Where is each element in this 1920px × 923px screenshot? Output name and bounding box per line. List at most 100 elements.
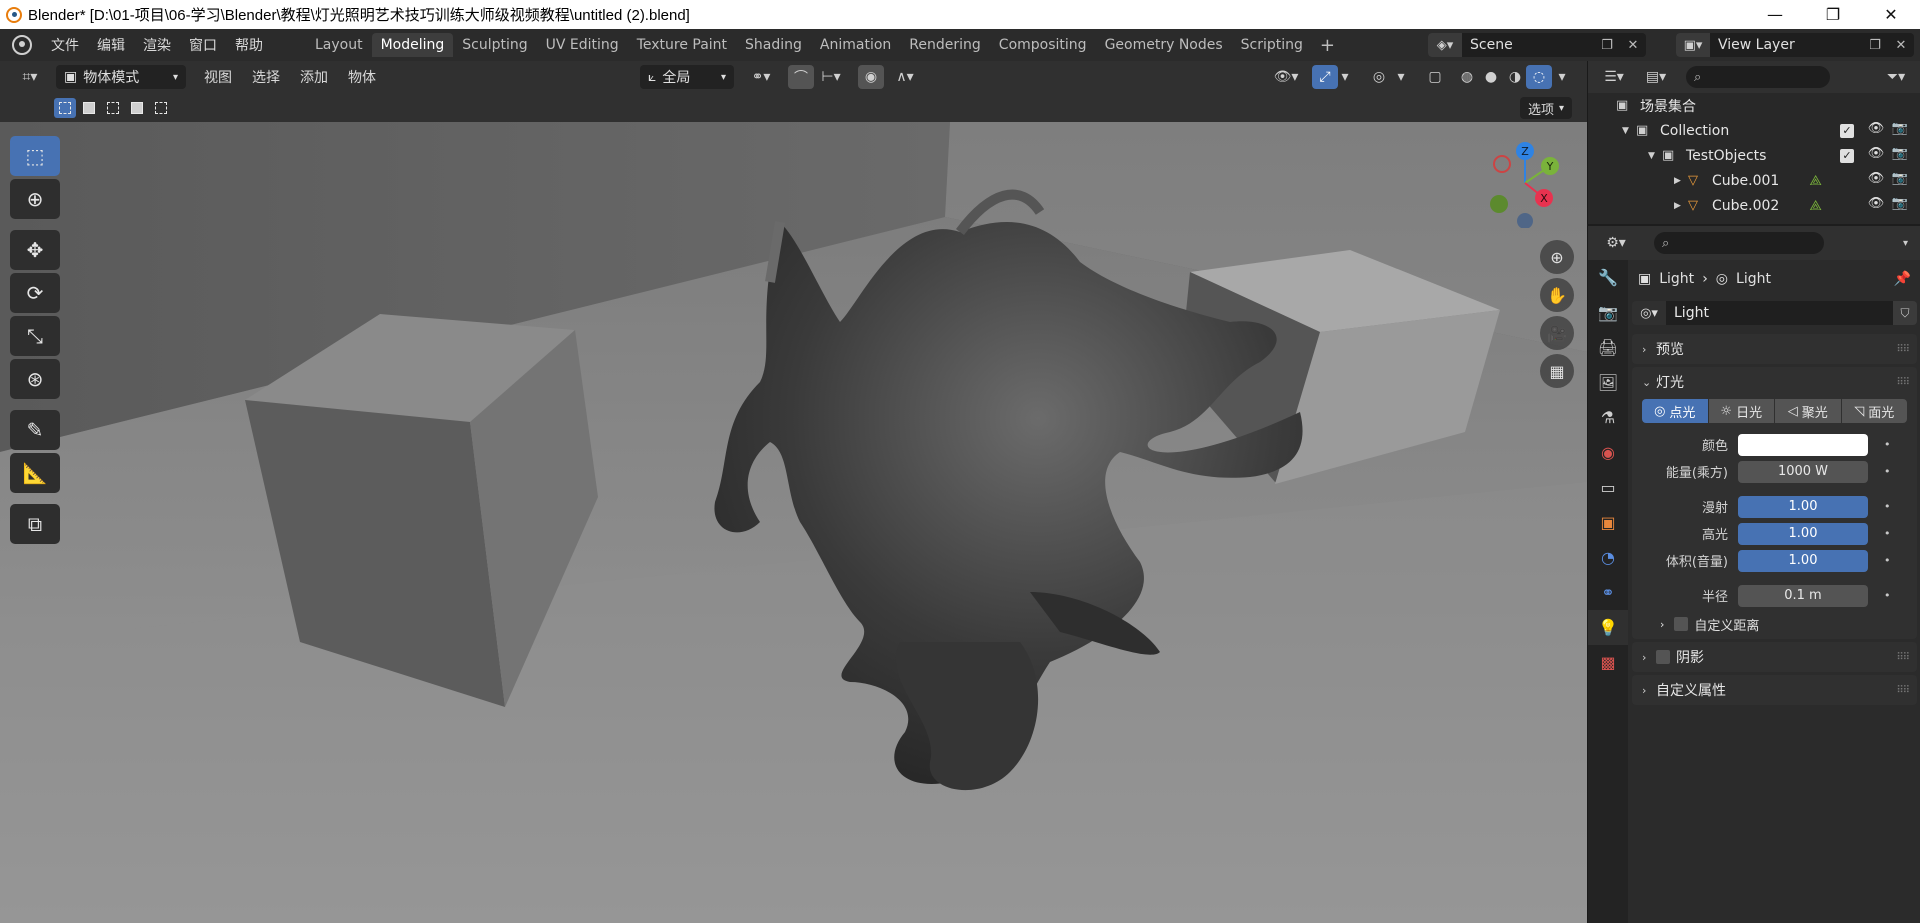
light-data-tab-icon[interactable]: 💡	[1588, 610, 1628, 645]
pivot-point-icon[interactable]: ⚭▾	[744, 65, 778, 89]
solid-shading-icon[interactable]: ●	[1478, 65, 1504, 89]
menu-file[interactable]: 文件	[42, 35, 88, 55]
rotate-tool-icon[interactable]: ⟳	[10, 273, 60, 313]
shadow-checkbox[interactable]	[1656, 650, 1670, 664]
outliner-row-scene-collection[interactable]: ▣ 场景集合	[1588, 93, 1920, 118]
display-mode-icon[interactable]: ▤▾	[1638, 65, 1674, 89]
outliner-search-input[interactable]: ⌕	[1686, 66, 1830, 88]
overlays-dropdown-icon[interactable]: ▾	[1392, 65, 1410, 89]
editor-type-icon[interactable]: ⌗▾	[10, 65, 50, 89]
include-checkbox[interactable]: ✓	[1840, 121, 1864, 138]
tab-geometry-nodes[interactable]: Geometry Nodes	[1096, 33, 1232, 57]
light-datablock-name[interactable]: Light	[1666, 301, 1893, 325]
camera-render-icon[interactable]: 📷	[1888, 196, 1912, 211]
select-intersect-icon[interactable]	[150, 98, 172, 118]
view-layer-name[interactable]: View Layer	[1710, 37, 1862, 53]
light-type-sun[interactable]: ☼ 日光	[1708, 399, 1774, 423]
pin-icon[interactable]: 📌	[1894, 271, 1911, 287]
volume-slider[interactable]: 1.00	[1738, 549, 1868, 572]
scale-tool-icon[interactable]: ⤡	[10, 316, 60, 356]
wireframe-shading-icon[interactable]: ◍	[1454, 65, 1480, 89]
eye-icon[interactable]: 👁	[1864, 146, 1888, 163]
select-box-tool-icon[interactable]: ⬚	[10, 136, 60, 176]
mesh-data-icon[interactable]: ⟁	[1809, 198, 1822, 214]
menu-help[interactable]: 帮助	[226, 35, 272, 55]
camera-render-icon[interactable]: 📷	[1888, 171, 1912, 186]
tab-scripting[interactable]: Scripting	[1232, 33, 1312, 57]
proportional-edit-icon[interactable]: ◉	[858, 65, 884, 89]
expand-arrow-icon[interactable]: ▼	[1648, 151, 1662, 161]
cursor-tool-icon[interactable]: ⊕	[10, 179, 60, 219]
mesh-data-icon[interactable]: ⟁	[1809, 173, 1822, 189]
menu-window[interactable]: 窗口	[180, 35, 226, 55]
tab-texture-paint[interactable]: Texture Paint	[628, 33, 736, 57]
delete-scene-icon[interactable]: ✕	[1620, 38, 1646, 53]
falloff-icon[interactable]: ∧▾	[888, 65, 922, 89]
tool-tab-icon[interactable]: 🔧	[1588, 260, 1628, 295]
drag-handle-icon[interactable]: ⠿⠿	[1896, 344, 1910, 355]
duplicate-scene-icon[interactable]: ❐	[1594, 38, 1620, 53]
select-subtract-icon[interactable]	[102, 98, 124, 118]
eye-icon[interactable]: 👁	[1864, 196, 1888, 211]
camera-render-icon[interactable]: 📷	[1888, 146, 1912, 163]
tab-animation[interactable]: Animation	[811, 33, 900, 57]
tab-shading[interactable]: Shading	[736, 33, 811, 57]
select-new-icon[interactable]	[54, 98, 76, 118]
tab-rendering[interactable]: Rendering	[900, 33, 990, 57]
outliner-editor-type-icon[interactable]: ☰▾	[1596, 65, 1632, 89]
drag-handle-icon[interactable]: ⠿⠿	[1896, 652, 1910, 663]
tab-modeling[interactable]: Modeling	[371, 33, 454, 57]
3d-viewport[interactable]: ⬚ ⊕ ✥ ⟳ ⤡ ⊛ ✎ 📐 ⧉ Z Y X ⊕ ✋ 🎥 ▦	[0, 122, 1587, 923]
maximize-button[interactable]: ❐	[1804, 0, 1862, 29]
transform-tool-icon[interactable]: ⊛	[10, 359, 60, 399]
keyframe-dot-icon[interactable]: •	[1884, 527, 1891, 540]
world-tab-icon[interactable]: ◉	[1588, 435, 1628, 470]
tab-sculpting[interactable]: Sculpting	[453, 33, 536, 57]
close-button[interactable]: ✕	[1862, 0, 1920, 29]
custom-distance-subpanel[interactable]: › 自定义距离	[1632, 609, 1917, 639]
select-extend-icon[interactable]	[78, 98, 100, 118]
overlays-icon[interactable]: ◎	[1366, 65, 1392, 89]
pan-hand-icon[interactable]: ✋	[1540, 278, 1574, 312]
radius-field[interactable]: 0.1 m	[1738, 584, 1868, 607]
blender-logo-icon[interactable]	[12, 35, 32, 55]
snap-toggle-icon[interactable]: ⌒	[788, 65, 814, 89]
outliner-row-collection[interactable]: ▼ ▣ Collection ✓ 👁 📷	[1588, 118, 1920, 143]
fake-user-shield-icon[interactable]: ⛉	[1893, 301, 1917, 325]
snap-target-icon[interactable]: ⊢▾	[814, 65, 848, 89]
annotate-tool-icon[interactable]: ✎	[10, 410, 60, 450]
properties-search-input[interactable]: ⌕	[1654, 232, 1824, 254]
light-type-area[interactable]: ◹ 面光	[1841, 399, 1907, 423]
render-tab-icon[interactable]: 📷	[1588, 295, 1628, 330]
constraints-tab-icon[interactable]: ⚭	[1588, 575, 1628, 610]
add-workspace-button[interactable]: +	[1312, 35, 1343, 56]
eye-icon[interactable]: 👁	[1864, 121, 1888, 138]
expand-arrow-icon[interactable]: ▼	[1622, 126, 1636, 136]
gizmo-dropdown-icon[interactable]: ▾	[1336, 65, 1354, 89]
tab-compositing[interactable]: Compositing	[990, 33, 1096, 57]
visibility-icon[interactable]: 👁▾	[1266, 65, 1306, 89]
keyframe-dot-icon[interactable]: •	[1884, 589, 1891, 602]
outliner-row-testobjects[interactable]: ▼ ▣ TestObjects ✓ 👁 📷	[1588, 143, 1920, 168]
duplicate-view-layer-icon[interactable]: ❐	[1862, 38, 1888, 53]
keyframe-dot-icon[interactable]: •	[1884, 438, 1891, 451]
gizmo-toggle-icon[interactable]: ⤢	[1312, 65, 1338, 89]
mode-dropdown[interactable]: ▣ 物体模式 ▾	[56, 65, 186, 89]
material-shading-icon[interactable]: ◑	[1502, 65, 1528, 89]
menu-view[interactable]: 视图	[194, 67, 242, 87]
properties-editor-type-icon[interactable]: ⚙▾	[1598, 231, 1634, 255]
scene-selector[interactable]: ◈▾ Scene ❐ ✕	[1428, 33, 1646, 57]
keyframe-dot-icon[interactable]: •	[1884, 554, 1891, 567]
specular-slider[interactable]: 1.00	[1738, 522, 1868, 545]
output-tab-icon[interactable]: 🖨	[1588, 330, 1628, 365]
menu-add[interactable]: 添加	[290, 67, 338, 87]
menu-render[interactable]: 渲染	[134, 35, 180, 55]
outliner-row-cube-002[interactable]: ▶ ▽ Cube.002 ⟁ 👁 📷	[1588, 193, 1920, 218]
rendered-shading-icon[interactable]: ◌	[1526, 65, 1552, 89]
shading-dropdown-icon[interactable]: ▾	[1552, 65, 1572, 89]
view-layer-tab-icon[interactable]: 🖼	[1588, 365, 1628, 400]
select-invert-icon[interactable]	[126, 98, 148, 118]
delete-view-layer-icon[interactable]: ✕	[1888, 38, 1914, 53]
tab-uv-editing[interactable]: UV Editing	[537, 33, 628, 57]
camera-view-icon[interactable]: 🎥	[1540, 316, 1574, 350]
